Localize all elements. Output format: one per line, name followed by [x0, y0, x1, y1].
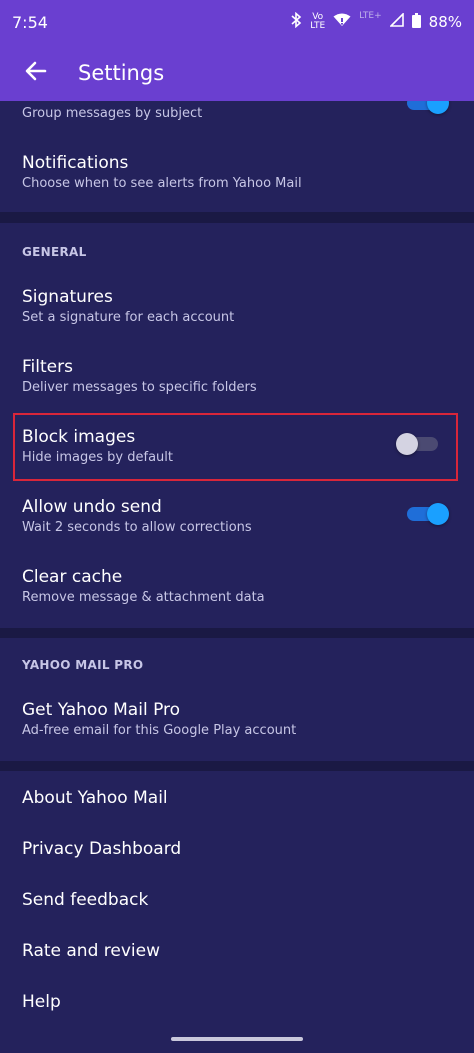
gesture-nav-bar[interactable] [171, 1037, 303, 1041]
section-header-pro: YAHOO MAIL PRO [22, 658, 144, 672]
battery-icon [411, 12, 421, 32]
toggle-thumb [396, 433, 418, 455]
notifications-subtitle: Choose when to see alerts from Yahoo Mai… [22, 176, 302, 191]
help-row[interactable]: Help [0, 991, 474, 1015]
signatures-title: Signatures [22, 287, 113, 307]
status-bar: 7:54 Vo LTE LTE+ 88% [0, 0, 474, 44]
lte-label: LTE+ [359, 11, 382, 21]
block-images-toggle[interactable] [396, 430, 444, 458]
signatures-subtitle: Set a signature for each account [22, 310, 235, 325]
notifications-row[interactable]: Notifications Choose when to see alerts … [0, 152, 474, 197]
back-button[interactable] [16, 53, 56, 93]
filters-title: Filters [22, 357, 73, 377]
filters-subtitle: Deliver messages to specific folders [22, 380, 257, 395]
volte-indicator: Vo LTE [310, 12, 326, 31]
status-icons: Vo LTE LTE+ 88% [290, 12, 462, 32]
wifi-icon [333, 13, 351, 31]
arrow-left-icon [24, 59, 48, 87]
section-header-general: GENERAL [22, 245, 87, 259]
get-pro-title: Get Yahoo Mail Pro [22, 700, 181, 720]
rate-review-row[interactable]: Rate and review [0, 940, 474, 964]
battery-percent: 88% [428, 13, 462, 31]
clear-cache-title: Clear cache [22, 567, 123, 587]
toggle-thumb [427, 101, 449, 114]
help-title: Help [22, 992, 61, 1012]
page-title: Settings [78, 60, 165, 85]
toggle-thumb [427, 503, 449, 525]
settings-list[interactable]: Group messages by subject Notifications … [0, 101, 474, 1053]
notifications-title: Notifications [22, 153, 129, 173]
send-feedback-row[interactable]: Send feedback [0, 889, 474, 913]
privacy-dashboard-title: Privacy Dashboard [22, 839, 182, 859]
app-bar: Settings [0, 44, 474, 101]
about-row[interactable]: About Yahoo Mail [0, 787, 474, 811]
status-time: 7:54 [12, 12, 48, 32]
clear-cache-row[interactable]: Clear cache Remove message & attachment … [0, 566, 474, 611]
section-divider [0, 761, 474, 771]
signal-icon [388, 12, 404, 31]
section-divider [0, 628, 474, 638]
group-messages-toggle[interactable] [403, 101, 451, 117]
filters-row[interactable]: Filters Deliver messages to specific fol… [0, 356, 474, 401]
about-title: About Yahoo Mail [22, 788, 168, 808]
send-feedback-title: Send feedback [22, 890, 149, 910]
rate-review-title: Rate and review [22, 941, 160, 961]
get-pro-subtitle: Ad-free email for this Google Play accou… [22, 723, 297, 738]
section-divider [0, 212, 474, 223]
clear-cache-subtitle: Remove message & attachment data [22, 590, 265, 605]
bluetooth-icon [290, 11, 302, 32]
get-pro-row[interactable]: Get Yahoo Mail Pro Ad-free email for thi… [0, 699, 474, 744]
privacy-dashboard-row[interactable]: Privacy Dashboard [0, 838, 474, 862]
undo-send-toggle[interactable] [403, 500, 451, 528]
signatures-row[interactable]: Signatures Set a signature for each acco… [0, 286, 474, 331]
